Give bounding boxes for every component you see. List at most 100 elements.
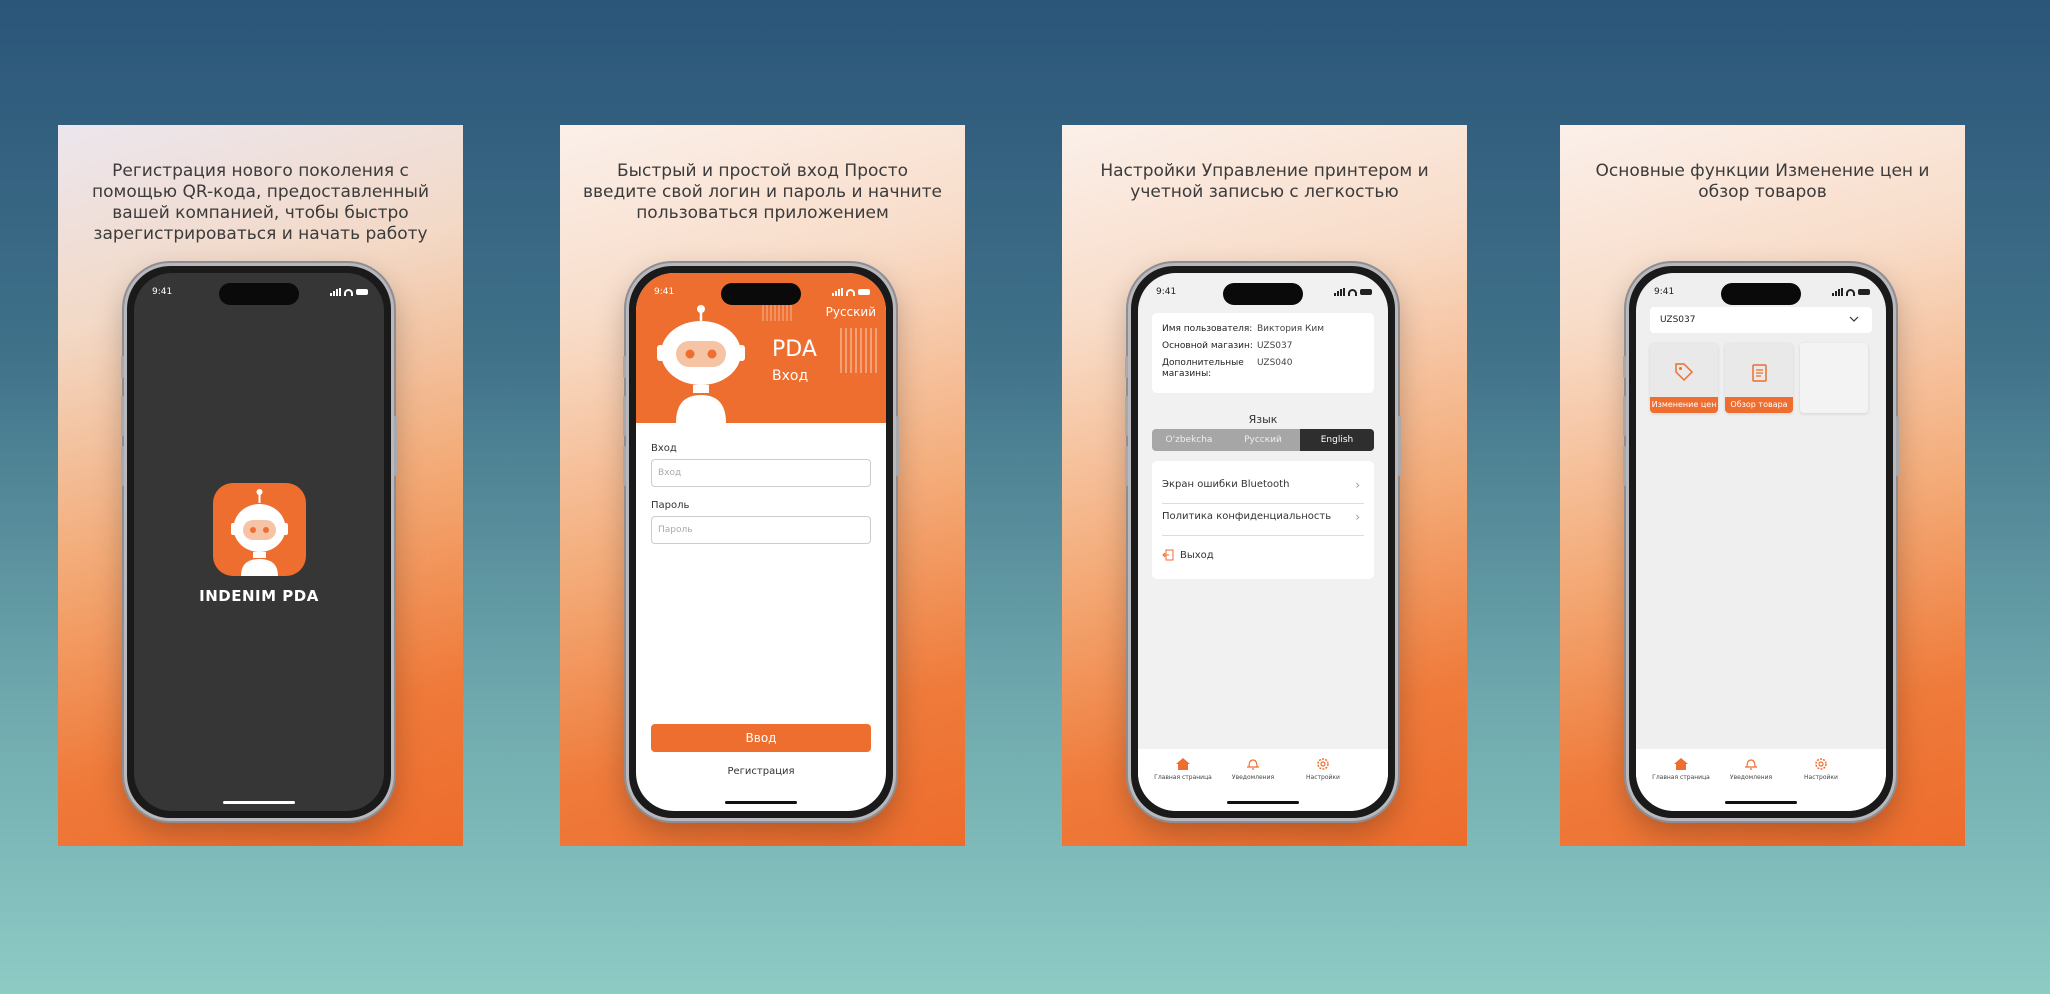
home-indicator: [1725, 801, 1797, 804]
register-link[interactable]: Регистрация: [636, 766, 886, 777]
submit-button[interactable]: Ввод: [651, 724, 871, 752]
status-time: 9:41: [1654, 287, 1675, 297]
gear-icon: [1317, 758, 1329, 770]
chevron-down-icon: [1849, 316, 1859, 322]
bluetooth-error-item[interactable]: Экран ошибки Bluetooth ›: [1162, 469, 1364, 501]
language-switch[interactable]: Русский: [826, 305, 876, 319]
phone-frame: 9:41 INDENIM PDA: [121, 263, 397, 821]
extra-stores-row: Дополнительные магазины: UZS040: [1162, 358, 1293, 380]
promo-card-login: Быстрый и простой вход Просто введите св…: [560, 125, 965, 846]
tab-notifications[interactable]: Уведомления: [1218, 757, 1288, 781]
settings-menu-panel: Экран ошибки Bluetooth › Политика конфид…: [1152, 461, 1374, 579]
battery-icon: [1360, 289, 1372, 295]
login-subtitle: Вход: [772, 368, 809, 384]
promo-card-settings: Настройки Управление принтером и учетной…: [1062, 125, 1467, 846]
tab-notifications-label: Уведомления: [1231, 774, 1275, 781]
language-option-uzbek[interactable]: O'zbekcha: [1152, 429, 1226, 451]
tab-home-label: Главная страница: [1154, 774, 1212, 781]
privacy-policy-label: Политика конфиденциальность: [1162, 511, 1332, 522]
wifi-icon: [1846, 288, 1855, 296]
tab-settings[interactable]: Настройки: [1288, 757, 1358, 781]
signal-icon: [330, 288, 341, 296]
tab-settings-label: Настройки: [1306, 774, 1340, 781]
user-value: Виктория Ким: [1257, 324, 1325, 334]
privacy-policy-item[interactable]: Политика конфиденциальность ›: [1162, 501, 1364, 533]
document-icon: [1752, 364, 1767, 382]
phone-frame: 9:41 UZS037 Изменение цен Обзор товара Г…: [1623, 263, 1899, 821]
card-title: Быстрый и простой вход Просто введите св…: [582, 161, 943, 223]
signal-icon: [832, 288, 843, 296]
price-change-tile[interactable]: Изменение цен: [1650, 343, 1718, 413]
logout-label: Выход: [1180, 550, 1214, 561]
status-time: 9:41: [1156, 287, 1177, 297]
phone-frame: 9:41 Русский PDA Вход Вход Вход Пароль П…: [623, 263, 899, 821]
chevron-right-icon: ›: [1355, 510, 1360, 524]
product-overview-tile[interactable]: Обзор товара: [1725, 343, 1793, 413]
bell-icon: [1247, 759, 1259, 770]
extra-stores-label: Дополнительные магазины:: [1162, 358, 1244, 379]
barcode-decoration: [762, 303, 792, 321]
promo-card-main-functions: Основные функции Изменение цен и обзор т…: [1560, 125, 1965, 846]
logout-icon: [1162, 549, 1174, 561]
wifi-icon: [846, 288, 855, 296]
main-store-row: Основной магазин: UZS037: [1162, 341, 1293, 351]
phone-frame: 9:41 Имя пользователя: Виктория Ким Осно…: [1125, 263, 1401, 821]
tab-settings-label: Настройки: [1804, 774, 1838, 781]
bell-icon: [1745, 759, 1757, 770]
password-label: Пароль: [651, 500, 690, 511]
login-input[interactable]: Вход: [651, 459, 871, 487]
battery-icon: [1858, 289, 1870, 295]
tab-home[interactable]: Главная страница: [1148, 757, 1218, 781]
tab-home[interactable]: Главная страница: [1646, 757, 1716, 781]
dynamic-island: [1721, 283, 1801, 305]
empty-tile: [1800, 343, 1868, 413]
battery-icon: [858, 289, 870, 295]
bluetooth-error-label: Экран ошибки Bluetooth: [1162, 479, 1290, 490]
battery-icon: [356, 289, 368, 295]
app-logo-icon: [213, 483, 306, 576]
product-overview-label: Обзор товара: [1725, 397, 1793, 413]
tab-notifications-label: Уведомления: [1729, 774, 1773, 781]
card-title: Регистрация нового поколения с помощью Q…: [91, 161, 429, 244]
home-icon: [1176, 758, 1190, 770]
store-select-value: UZS037: [1660, 315, 1696, 325]
main-store-label: Основной магазин:: [1162, 341, 1253, 351]
status-time: 9:41: [654, 287, 675, 297]
tag-icon: [1675, 363, 1694, 382]
robot-icon: [657, 305, 745, 423]
tab-notifications[interactable]: Уведомления: [1716, 757, 1786, 781]
chevron-right-icon: ›: [1355, 478, 1360, 492]
card-title: Основные функции Изменение цен и обзор т…: [1595, 161, 1930, 202]
login-screen: 9:41 Русский PDA Вход Вход Вход Пароль П…: [636, 273, 886, 811]
account-info-panel: Имя пользователя: Виктория Ким Основной …: [1152, 313, 1374, 393]
wifi-icon: [344, 288, 353, 296]
wifi-icon: [1348, 288, 1357, 296]
language-option-russian[interactable]: Русский: [1226, 429, 1300, 451]
language-option-english[interactable]: English: [1300, 429, 1374, 451]
promo-card-qr-registration: Регистрация нового поколения с помощью Q…: [58, 125, 463, 846]
store-select[interactable]: UZS037: [1650, 307, 1872, 333]
tab-settings[interactable]: Настройки: [1786, 757, 1856, 781]
card-title: Настройки Управление принтером и учетной…: [1100, 161, 1429, 202]
price-change-label: Изменение цен: [1650, 397, 1718, 413]
user-row: Имя пользователя: Виктория Ким: [1162, 324, 1324, 334]
splash-screen: 9:41 INDENIM PDA: [134, 273, 384, 811]
tab-home-label: Главная страница: [1652, 774, 1710, 781]
signal-icon: [1334, 288, 1345, 296]
language-label: Язык: [1248, 413, 1278, 426]
settings-screen: 9:41 Имя пользователя: Виктория Ким Осно…: [1138, 273, 1388, 811]
home-indicator: [223, 801, 295, 804]
barcode-decoration: [840, 328, 880, 373]
password-input[interactable]: Пароль: [651, 516, 871, 544]
app-name: INDENIM PDA: [199, 587, 319, 605]
signal-icon: [1832, 288, 1843, 296]
app-title: PDA: [772, 337, 817, 362]
login-label: Вход: [651, 443, 677, 454]
gear-icon: [1815, 758, 1827, 770]
main-store-value: UZS037: [1257, 341, 1293, 351]
dynamic-island: [721, 283, 801, 305]
home-indicator: [1227, 801, 1299, 804]
dynamic-island: [219, 283, 299, 305]
logout-item[interactable]: Выход: [1162, 540, 1364, 572]
home-indicator: [725, 801, 797, 804]
